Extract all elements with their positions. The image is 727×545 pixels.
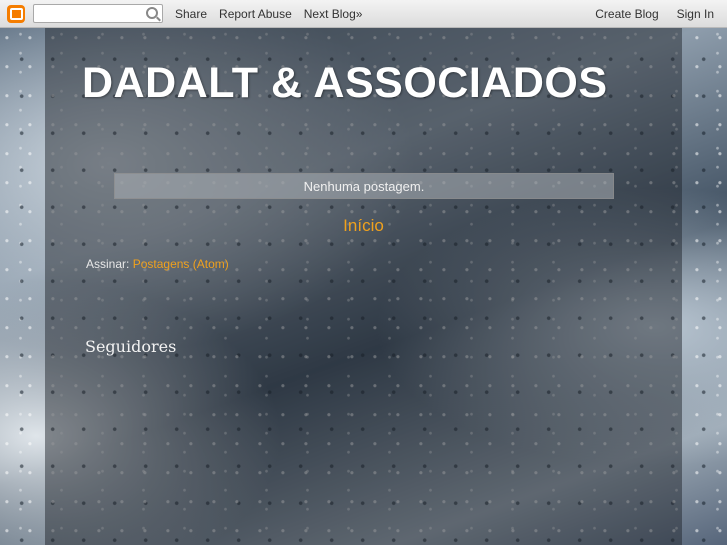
create-blog-link[interactable]: Create Blog bbox=[595, 7, 658, 21]
atom-feed-link[interactable]: Postagens (Atom) bbox=[133, 257, 229, 271]
blog-main-panel: DADALT & ASSOCIADOS Nenhuma postagem. In… bbox=[45, 27, 682, 545]
blogger-logo-icon[interactable] bbox=[7, 4, 25, 23]
navbar-right: Create Blog Sign In bbox=[595, 7, 727, 21]
status-message: Nenhuma postagem. bbox=[114, 173, 614, 199]
subscribe-label: Assinar: bbox=[86, 257, 130, 271]
blogger-navbar: Share Report Abuse Next Blog» Create Blo… bbox=[0, 0, 727, 28]
home-link[interactable]: Início bbox=[45, 216, 682, 236]
next-blog-link[interactable]: Next Blog» bbox=[304, 7, 363, 21]
search-input[interactable] bbox=[33, 4, 163, 23]
followers-heading: Seguidores bbox=[85, 337, 177, 356]
report-abuse-link[interactable]: Report Abuse bbox=[219, 7, 292, 21]
blog-title[interactable]: DADALT & ASSOCIADOS bbox=[82, 59, 608, 108]
share-link[interactable]: Share bbox=[175, 7, 207, 21]
subscribe-line: Assinar: Postagens (Atom) bbox=[86, 257, 229, 271]
sign-in-link[interactable]: Sign In bbox=[677, 7, 714, 21]
search-icon[interactable] bbox=[146, 7, 158, 19]
